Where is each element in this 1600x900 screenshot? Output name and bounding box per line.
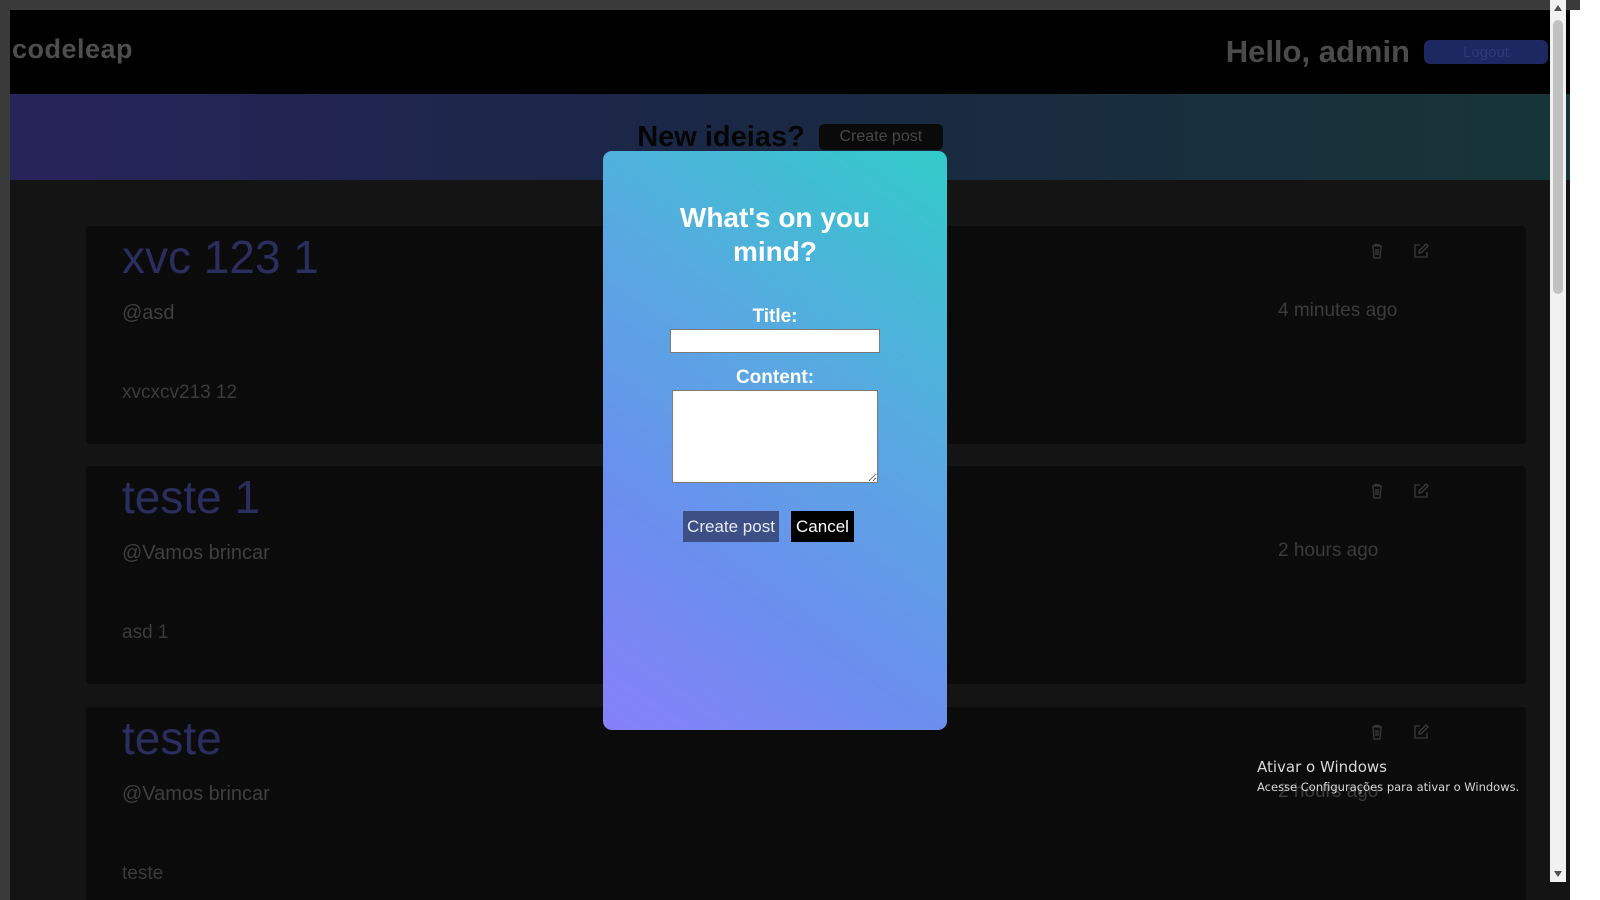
window-top-border (0, 0, 1580, 10)
create-post-modal: What's on you mind? Title: Content: Crea… (603, 151, 947, 730)
scroll-down-arrow-icon[interactable] (1550, 866, 1566, 882)
app-viewport: codeleap Hello, admin Logout New ideias?… (0, 0, 1600, 900)
modal-title: What's on you mind? (679, 202, 871, 267)
title-input[interactable] (670, 329, 880, 353)
cancel-button[interactable]: Cancel (791, 511, 854, 542)
content-textarea[interactable] (672, 390, 878, 483)
watermark-subtitle: Acesse Configurações para ativar o Windo… (1257, 780, 1520, 794)
create-post-button[interactable]: Create post (683, 511, 779, 542)
content-label: Content: (735, 367, 815, 388)
scroll-up-arrow-icon[interactable] (1550, 0, 1566, 16)
title-label: Title: (752, 306, 798, 327)
scrollbar-thumb[interactable] (1553, 20, 1563, 294)
vertical-scrollbar[interactable] (1550, 0, 1566, 882)
watermark-title: Ativar o Windows (1257, 758, 1387, 776)
windows-activation-watermark: Ativar o Windows Acesse Configurações pa… (1257, 757, 1519, 796)
window-left-border (0, 0, 10, 900)
